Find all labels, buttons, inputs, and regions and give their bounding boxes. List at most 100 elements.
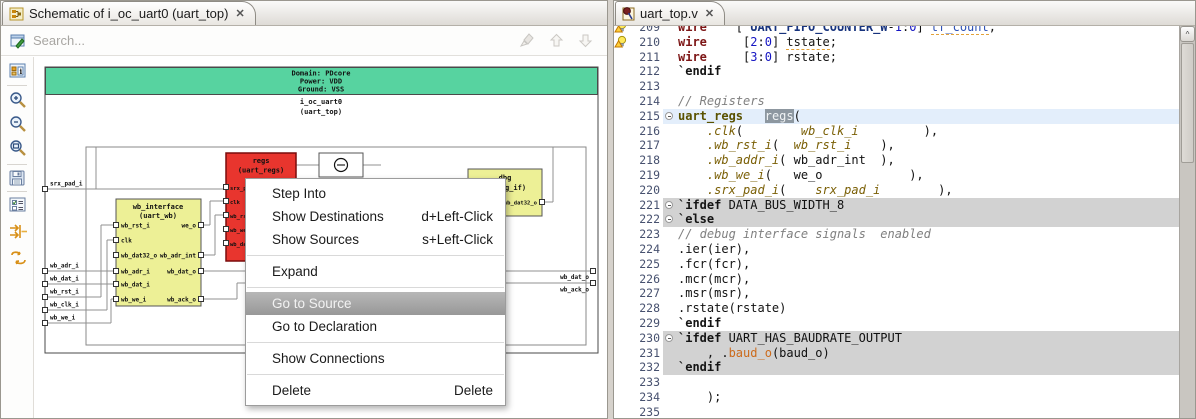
gutter-spacer — [614, 227, 630, 242]
svg-text:wb_dat32_o: wb_dat32_o — [504, 201, 538, 207]
editor-line[interactable]: 231 , .baud_o(baud_o) — [614, 345, 1179, 361]
editor-line[interactable]: 212 `endif — [614, 64, 1179, 79]
fold-column — [663, 286, 678, 301]
editor-line[interactable]: 232 `endif — [614, 360, 1179, 376]
scrollbar-thumb[interactable] — [1181, 43, 1194, 163]
menu-item-label: Expand — [272, 264, 318, 279]
editor-line[interactable]: 217 .wb_rst_i( wb_rst_i ), — [614, 138, 1179, 153]
line-number: 226 — [639, 271, 660, 286]
editor-line[interactable]: 215 uart_regs regs( — [614, 108, 1179, 124]
close-icon[interactable]: ✕ — [703, 7, 714, 20]
line-number: 229 — [639, 315, 660, 330]
ground-label: Ground: VSS — [298, 86, 344, 94]
editor-line[interactable]: 209 wire [`UART_FIFO_COUNTER_W-1:0] tf_co… — [614, 26, 1179, 35]
fold-column — [663, 316, 678, 331]
clear-highlight-icon[interactable] — [519, 33, 535, 48]
editor-line[interactable]: 233 — [614, 375, 1179, 390]
svg-text:wb_ack_o: wb_ack_o — [560, 287, 589, 294]
line-number: 234 — [639, 389, 660, 404]
editor-line[interactable]: 221 `ifdef DATA_BUS_WIDTH_8 — [614, 197, 1179, 213]
editor-line[interactable]: 211 wire [3:0] rstate; — [614, 50, 1179, 65]
zoom-in-icon[interactable] — [9, 91, 27, 109]
properties-icon[interactable]: i — [9, 63, 27, 79]
editor-line[interactable]: 210 wire [2:0] tstate; — [614, 34, 1179, 50]
fold-column — [663, 360, 678, 375]
gutter-spacer — [614, 316, 630, 331]
line-number: 231 — [639, 345, 660, 360]
code-text: wire [3:0] rstate; — [678, 49, 837, 64]
menu-item-expand[interactable]: Expand — [246, 260, 505, 283]
warning-icon[interactable] — [614, 35, 630, 50]
editor-line[interactable]: 226 .mcr(mcr), — [614, 272, 1179, 287]
editor-line[interactable]: 223 // debug interface signals enabled — [614, 227, 1179, 242]
menu-item-show-connections[interactable]: Show Connections — [246, 347, 505, 370]
code-text: .mcr(mcr), — [678, 271, 751, 286]
line-number: 225 — [639, 256, 660, 271]
menu-item-label: Show Destinations — [272, 209, 384, 224]
editor-tab-label: uart_top.v — [640, 6, 698, 21]
power-label: Power: VDD — [300, 78, 342, 86]
fold-marker[interactable] — [663, 109, 678, 124]
editor-line[interactable]: 229 `endif — [614, 316, 1179, 331]
menu-item-label: Show Sources — [272, 232, 360, 247]
editor-line[interactable]: 222 `else — [614, 212, 1179, 228]
search-previous-icon[interactable] — [549, 33, 564, 48]
editor-scrollbar[interactable]: ^ — [1179, 26, 1195, 418]
editor-line[interactable]: 213 — [614, 79, 1179, 94]
block-clock-buffer[interactable] — [318, 152, 364, 178]
code-editor[interactable]: 209 wire [`UART_FIFO_COUNTER_W-1:0] tf_co… — [614, 26, 1179, 418]
search-input[interactable] — [27, 33, 519, 48]
editor-line[interactable]: 224 .ier(ier), — [614, 242, 1179, 257]
svg-text:regs: regs — [253, 157, 270, 165]
fold-column — [663, 346, 678, 361]
warning-icon[interactable] — [614, 26, 630, 35]
block-wb-interface[interactable]: wb_interface (uart_wb) wb_rst_i clk wb_d… — [113, 198, 204, 307]
menu-separator — [247, 287, 504, 288]
editor-line[interactable]: 218 .wb_addr_i( wb_adr_int ), — [614, 153, 1179, 168]
editor-line[interactable]: 235 — [614, 405, 1179, 418]
save-icon[interactable] — [9, 170, 26, 186]
editor-line[interactable]: 225 .fcr(fcr), — [614, 257, 1179, 272]
filter-options-icon[interactable] — [9, 197, 27, 213]
fold-column — [663, 405, 678, 418]
fold-marker[interactable] — [663, 198, 678, 213]
fold-column — [663, 64, 678, 79]
gutter-spacer — [614, 375, 630, 390]
line-highlight-region: `ifdef UART_HAS_BAUDRATE_OUTPUT — [663, 330, 1179, 346]
editor-line[interactable]: 216 .clk( wb_clk_i ), — [614, 124, 1179, 139]
editor-line[interactable]: 219 .wb_we_i( we_o ), — [614, 168, 1179, 183]
fold-marker[interactable] — [663, 212, 678, 227]
editor-line[interactable]: 230 `ifdef UART_HAS_BAUDRATE_OUTPUT — [614, 330, 1179, 346]
swap-direction-icon[interactable] — [9, 249, 28, 267]
search-next-icon[interactable] — [578, 33, 593, 48]
menu-item-show-destinations[interactable]: Show Destinations d+Left-Click — [246, 205, 505, 228]
editor-line[interactable]: 234 ); — [614, 390, 1179, 405]
zoom-fit-icon[interactable] — [9, 139, 27, 157]
tab-uart-top-v[interactable]: uart_top.v ✕ — [615, 1, 726, 25]
menu-item-delete[interactable]: Delete Delete — [246, 379, 505, 402]
menu-item-step-into[interactable]: Step Into — [246, 182, 505, 205]
menu-item-accelerator: Delete — [453, 383, 493, 398]
collapse-ports-icon[interactable] — [9, 223, 28, 240]
editor-line[interactable]: 227 .msr(msr), — [614, 286, 1179, 301]
scroll-up-button[interactable]: ^ — [1180, 26, 1195, 42]
menu-item-show-sources[interactable]: Show Sources s+Left-Click — [246, 228, 505, 251]
line-highlight-region — [663, 405, 1179, 418]
line-number: 221 — [639, 197, 660, 212]
code-text: `ifdef UART_HAS_BAUDRATE_OUTPUT — [678, 330, 902, 345]
menu-item-go-to-declaration[interactable]: Go to Declaration — [246, 315, 505, 338]
tab-schematic[interactable]: Schematic of i_oc_uart0 (uart_top) ✕ — [2, 1, 256, 25]
domain-label: Domain: PDcore — [291, 70, 350, 78]
app-window: Schematic of i_oc_uart0 (uart_top) ✕ Sea… — [0, 0, 1196, 419]
zoom-out-icon[interactable] — [9, 115, 27, 133]
svg-text:wb_clk_i: wb_clk_i — [50, 302, 79, 309]
fold-marker[interactable] — [663, 331, 678, 346]
close-icon[interactable]: ✕ — [233, 7, 244, 20]
menu-item-go-to-source[interactable]: Go to Source — [246, 292, 505, 315]
code-text: `endif — [678, 315, 722, 330]
gutter-spacer — [614, 50, 630, 65]
editor-line[interactable]: 220 .srx_pad_i( srx_pad_i ), — [614, 183, 1179, 198]
editor-line[interactable]: 214 // Registers — [614, 94, 1179, 109]
editor-line[interactable]: 228 .rstate(rstate) — [614, 301, 1179, 316]
